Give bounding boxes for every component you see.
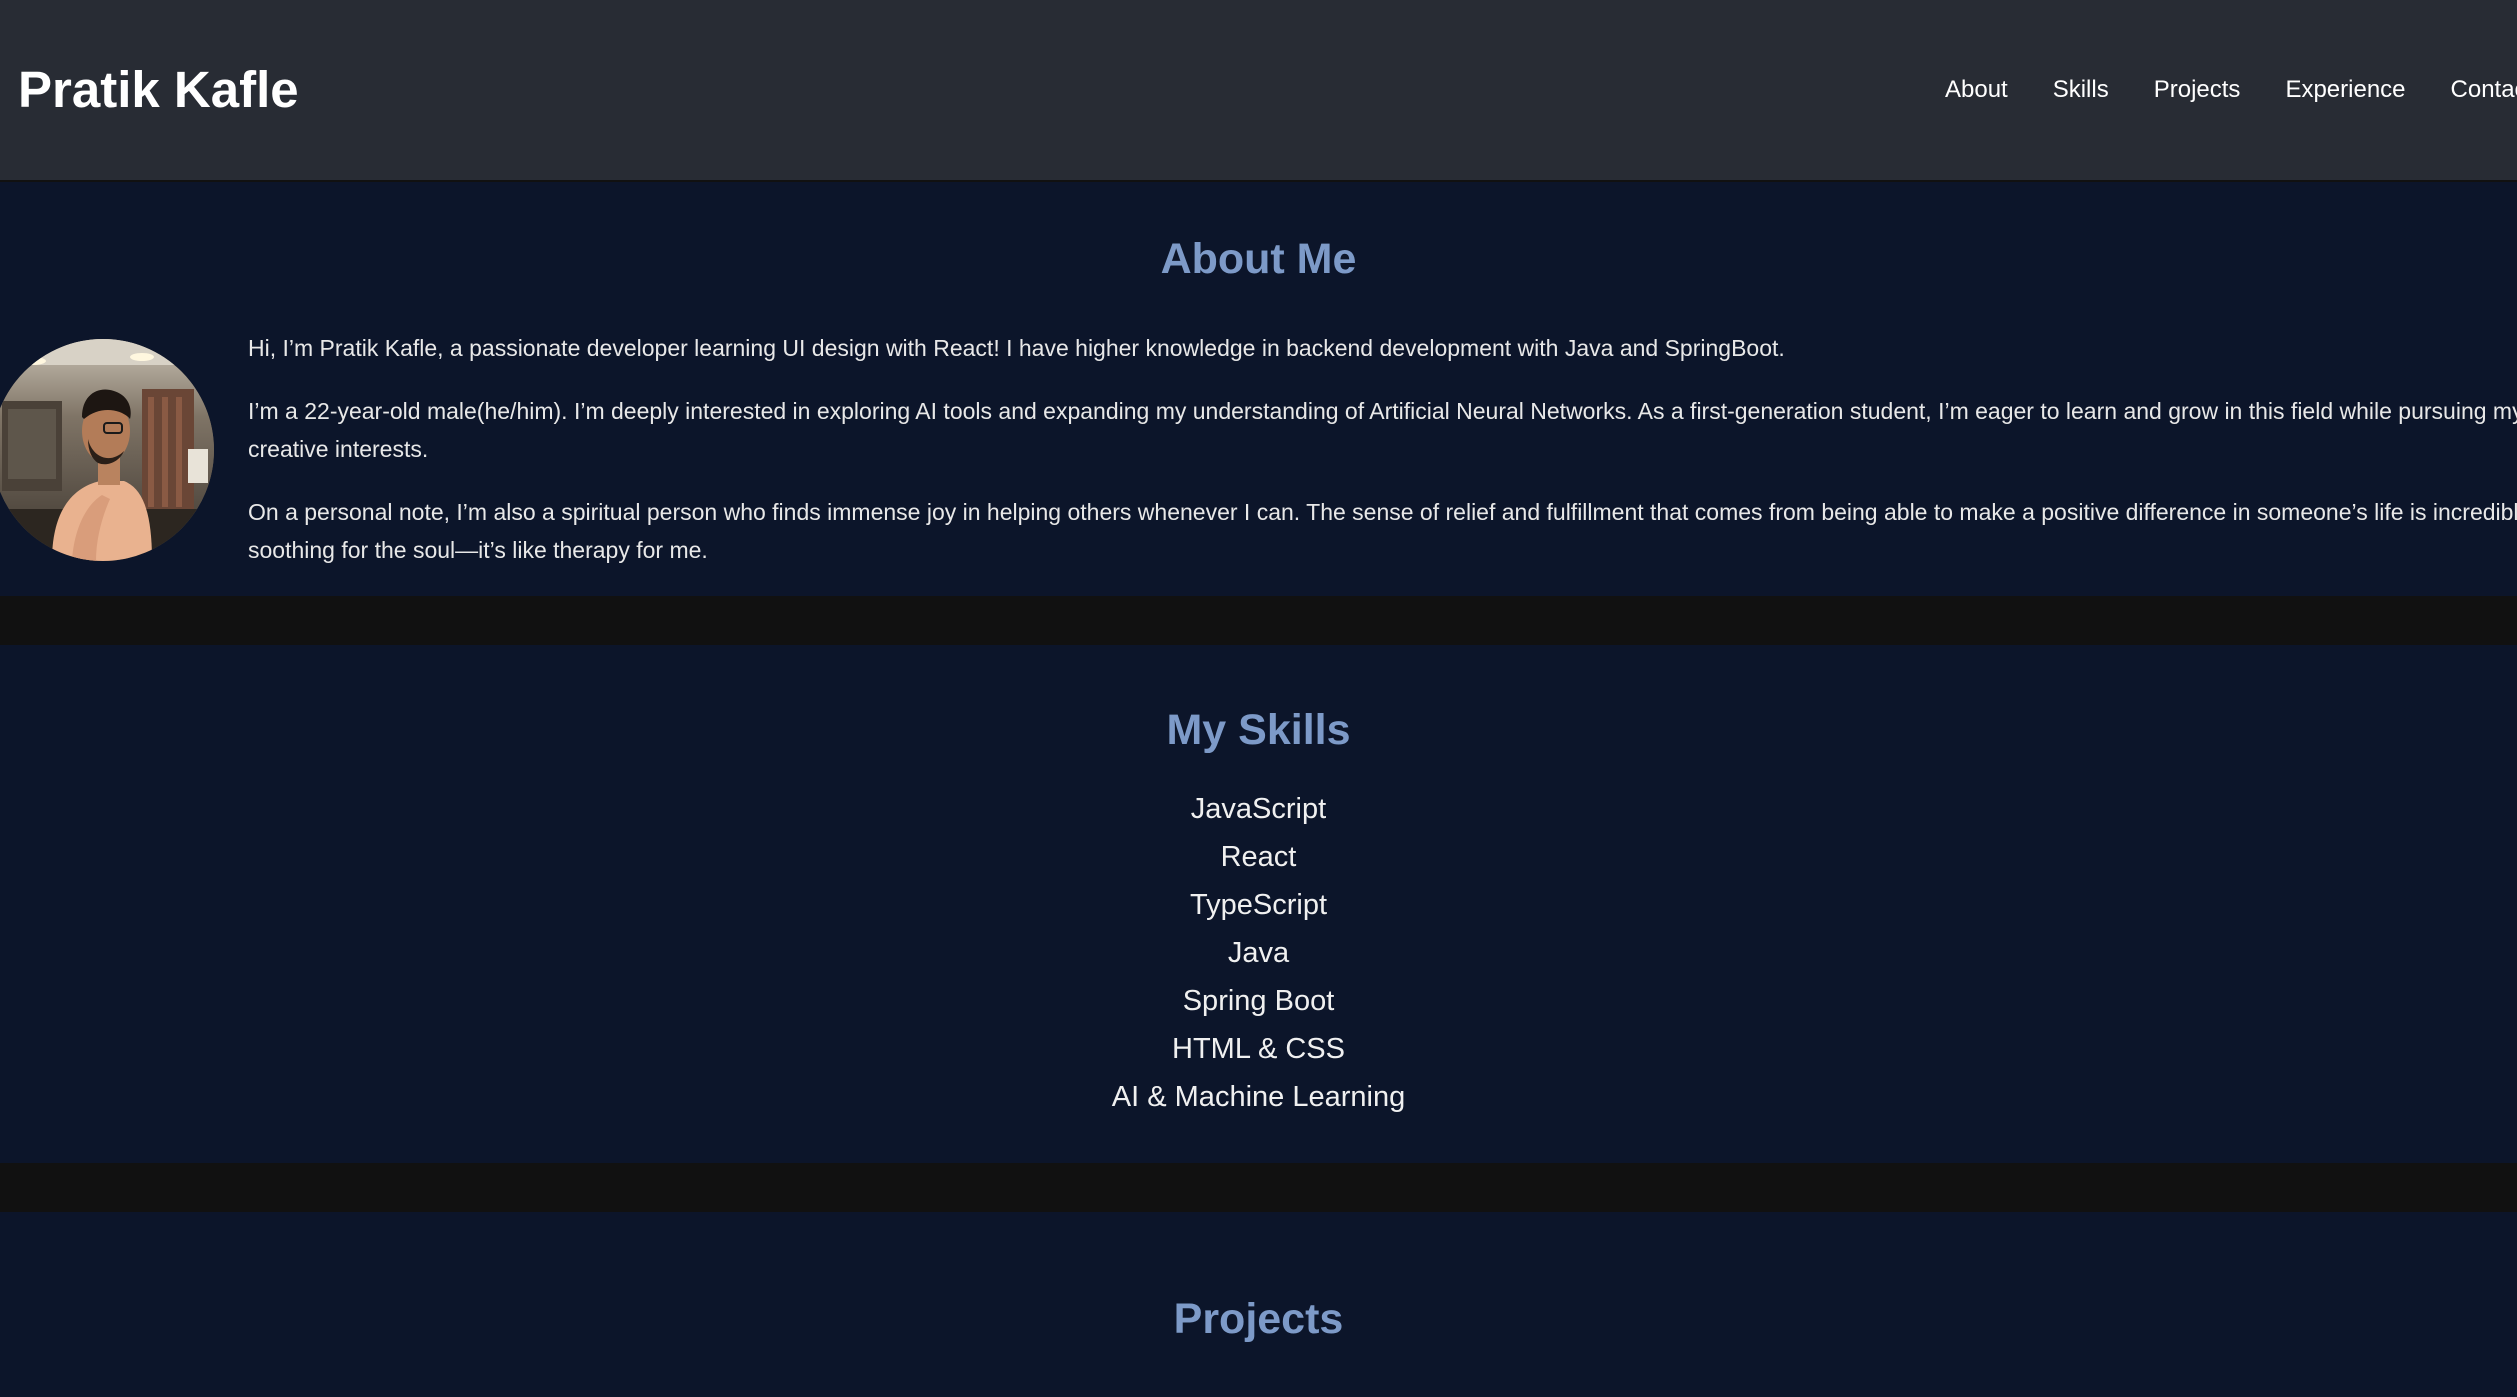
about-title: About Me <box>1160 235 1357 283</box>
about-paragraph-personal: On a personal note, I’m also a spiritual… <box>248 499 2517 563</box>
nav-link-about[interactable]: About <box>1945 72 2008 108</box>
projects-section: Projects <box>0 1212 2517 1397</box>
skills-title: My Skills <box>1166 706 1351 754</box>
skill-item-javascript: JavaScript <box>1190 793 1327 825</box>
site-header: Pratik Kafle About Skills Projects Exper… <box>0 0 2517 180</box>
projects-title: Projects <box>1173 1295 1344 1343</box>
skill-item-react: React <box>1220 841 1297 873</box>
site-brand[interactable]: Pratik Kafle <box>18 60 299 120</box>
nav-link-experience[interactable]: Experience <box>2285 72 2405 108</box>
about-paragraph-interests: I’m a 22-year-old male(he/him). I’m deep… <box>248 398 2517 462</box>
skills-section: My Skills JavaScript React TypeScript Ja… <box>0 645 2517 1163</box>
nav-link-skills[interactable]: Skills <box>2053 72 2109 108</box>
main-nav: About Skills Projects Experience Contact <box>1945 72 2517 108</box>
skills-list: JavaScript React TypeScript Java Spring … <box>0 785 2517 1121</box>
about-section: About Me Hi, I’m Pratik Kafle, a passion… <box>0 182 2517 596</box>
about-text: Hi, I’m Pratik Kafle, a passionate devel… <box>248 329 2517 594</box>
about-paragraph-intro: Hi, I’m Pratik Kafle, a passionate devel… <box>248 335 1785 361</box>
profile-photo-icon <box>0 339 214 561</box>
skill-item-java: Java <box>1227 937 1290 969</box>
skill-item-typescript: TypeScript <box>1190 889 1327 921</box>
skill-item-spring-boot: Spring Boot <box>1182 985 1335 1017</box>
skill-item-html-css: HTML & CSS <box>1172 1033 1345 1065</box>
skill-item-ai-ml: AI & Machine Learning <box>1111 1081 1406 1113</box>
nav-link-contact[interactable]: Contact <box>2451 72 2517 108</box>
avatar <box>0 339 214 561</box>
nav-link-projects[interactable]: Projects <box>2154 72 2241 108</box>
